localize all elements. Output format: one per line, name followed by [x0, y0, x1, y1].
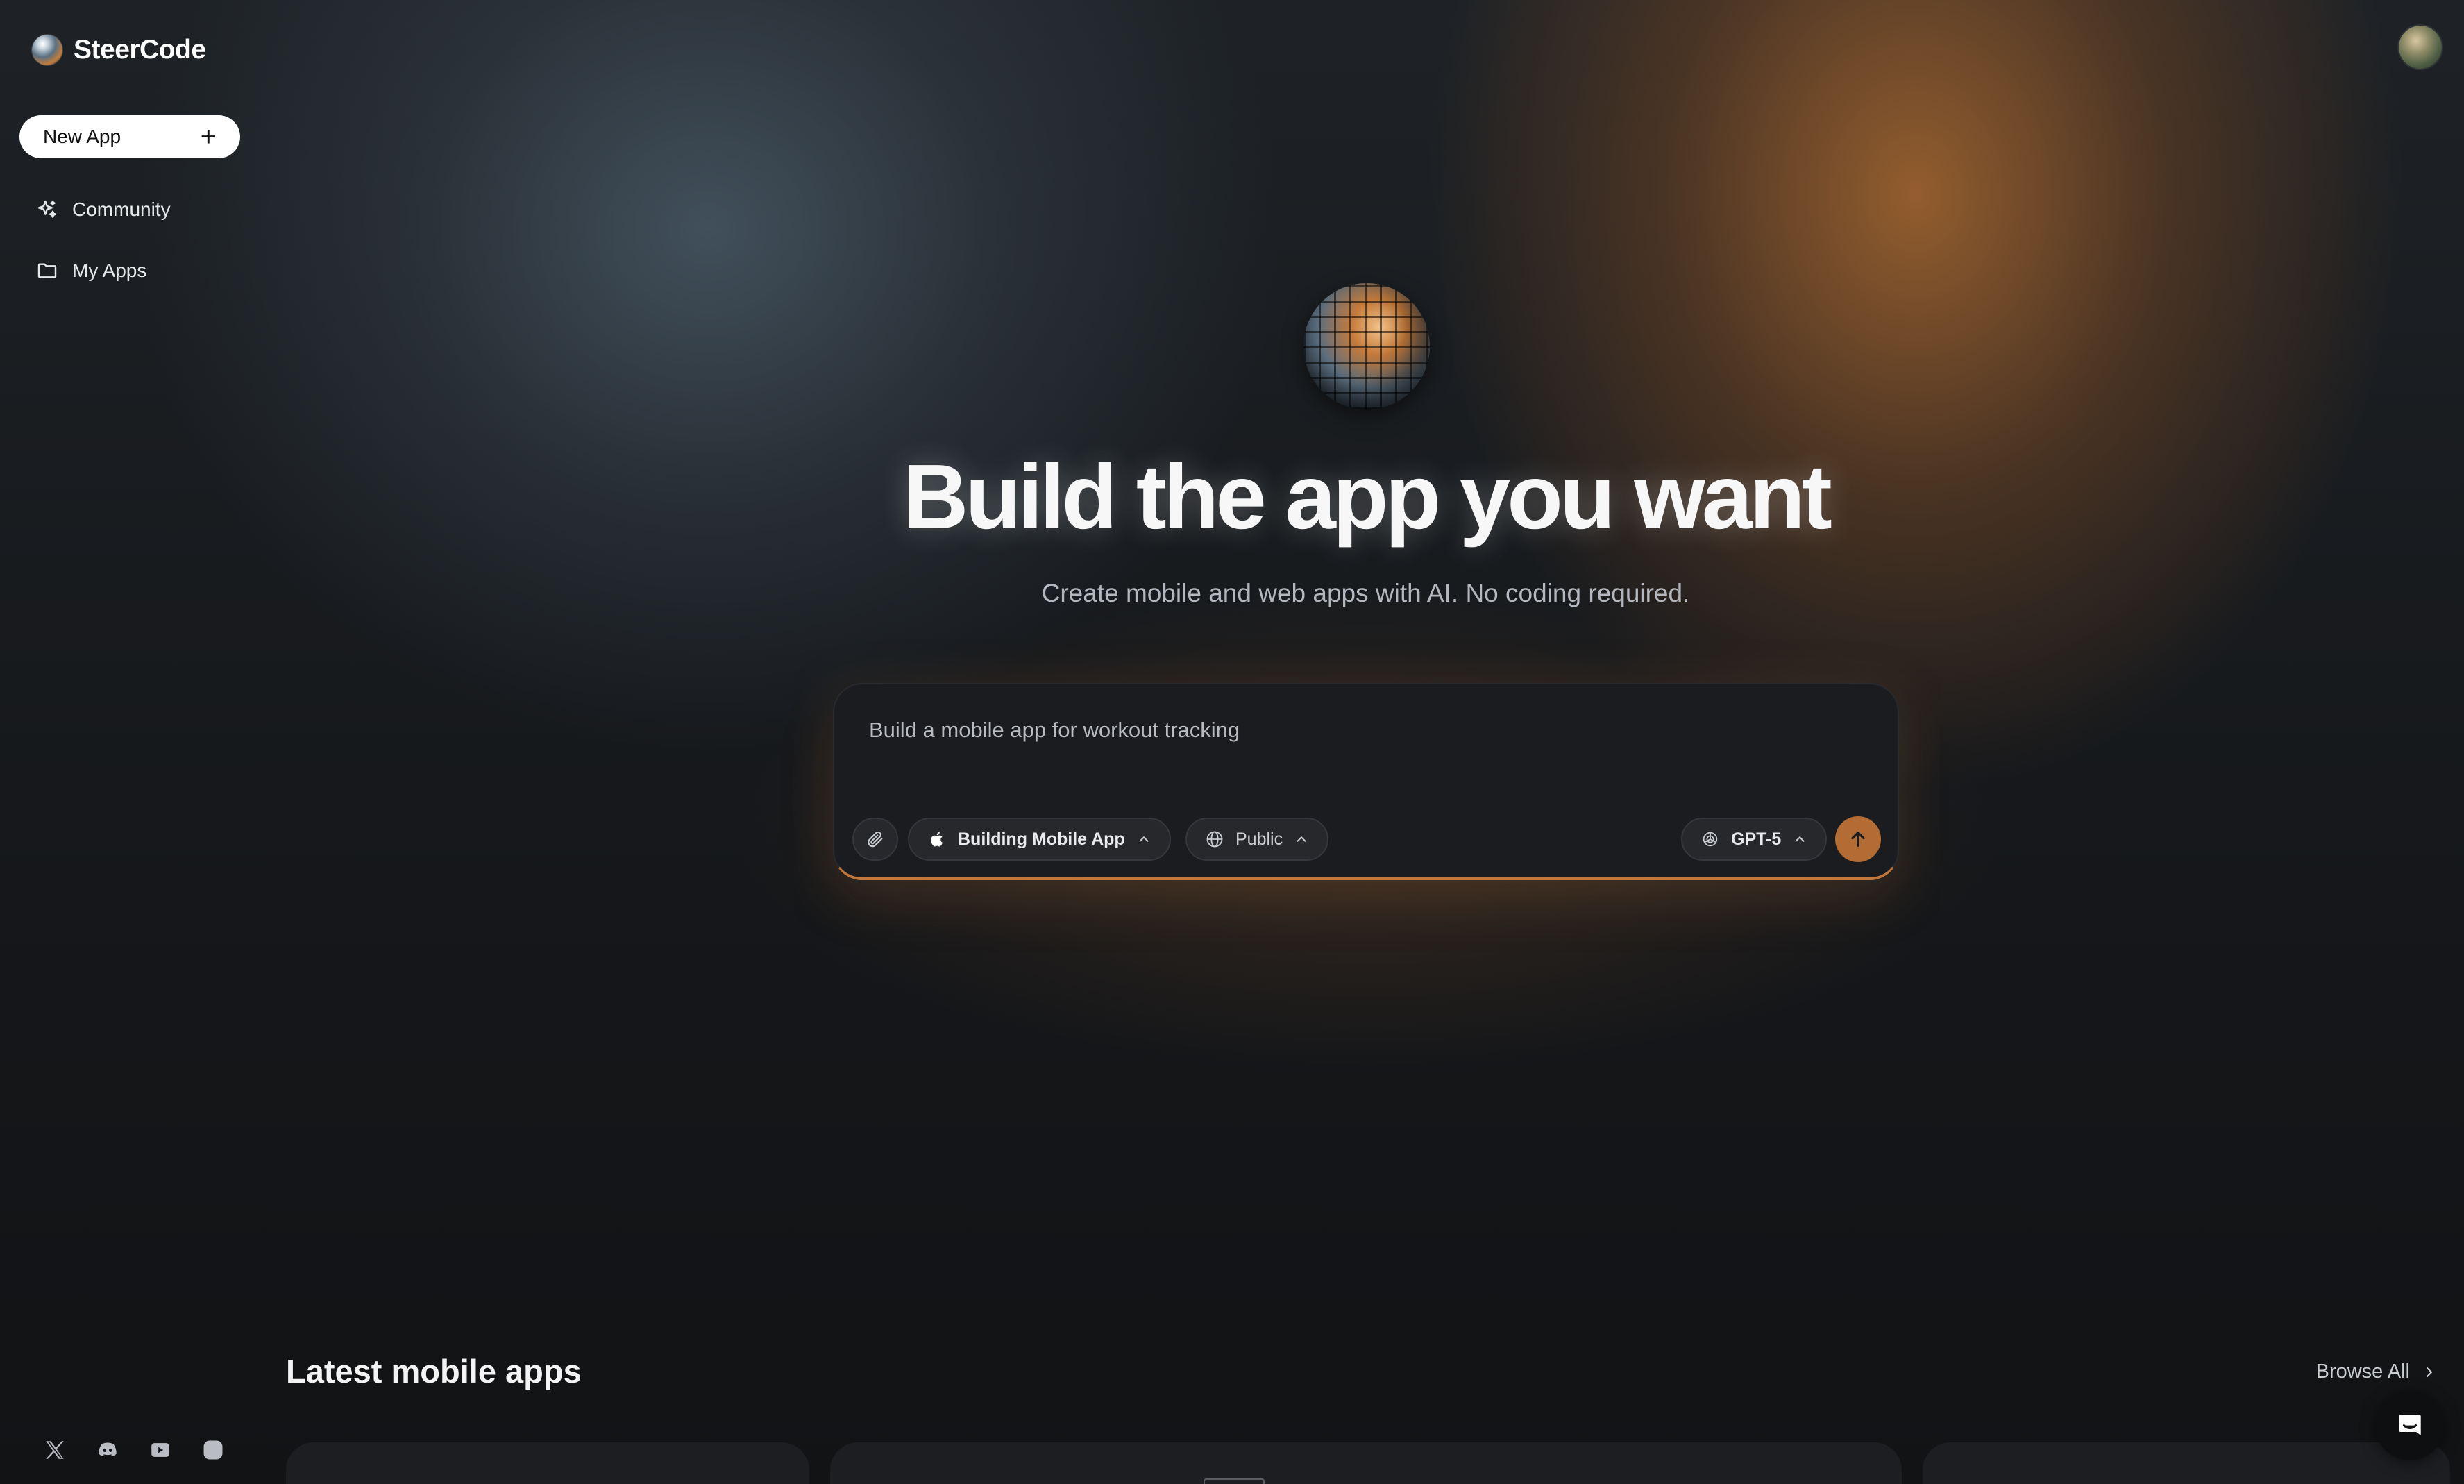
new-app-label: New App	[43, 126, 121, 147]
model-label: GPT-5	[1731, 829, 1782, 849]
sidebar-item-my-apps[interactable]: My Apps	[36, 253, 146, 288]
hero-title: Build the app you want	[902, 446, 1832, 548]
youtube-icon[interactable]	[149, 1438, 172, 1462]
prompt-box: Building Mobile App Public GPT-5	[833, 683, 1899, 880]
discord-icon[interactable]	[96, 1438, 119, 1462]
sidebar-item-community[interactable]: Community	[36, 192, 171, 227]
paperclip-icon	[868, 831, 883, 848]
platform-mode-label: Building Mobile App	[958, 829, 1125, 849]
user-avatar[interactable]	[2399, 26, 2442, 69]
card-preview-frame	[1204, 1478, 1265, 1484]
openai-icon	[1703, 832, 1718, 847]
apple-icon	[931, 832, 943, 847]
visibility-label: Public	[1235, 829, 1283, 849]
prompt-input[interactable]	[869, 718, 1841, 743]
brand[interactable]: SteerCode	[32, 33, 206, 67]
chevron-up-icon	[1139, 836, 1149, 842]
brand-logo-icon	[32, 35, 62, 65]
app-card[interactable]	[830, 1442, 1902, 1484]
chat-icon	[2397, 1413, 2423, 1440]
disco-ball-logo-icon	[1303, 283, 1430, 410]
hero-subtitle: Create mobile and web apps with AI. No c…	[1041, 579, 1690, 607]
x-icon[interactable]	[43, 1438, 67, 1462]
attach-button[interactable]	[852, 818, 898, 861]
browse-all-link[interactable]: Browse All	[2316, 1360, 2438, 1383]
plus-icon: +	[200, 121, 217, 152]
new-app-button[interactable]: New App +	[19, 115, 240, 158]
brand-name: SteerCode	[74, 35, 206, 65]
chevron-up-icon	[1795, 836, 1805, 842]
browse-all-label: Browse All	[2315, 1360, 2410, 1383]
app-card[interactable]	[286, 1442, 809, 1484]
chevron-up-icon	[1297, 836, 1306, 842]
sparkle-icon	[37, 200, 57, 218]
sidebar-item-label: My Apps	[72, 260, 147, 281]
sidebar-item-label: Community	[72, 199, 171, 220]
folder-icon	[37, 263, 57, 278]
app-card[interactable]	[1923, 1442, 2450, 1484]
globe-icon	[1206, 831, 1223, 848]
model-dropdown[interactable]: GPT-5	[1681, 818, 1828, 861]
visibility-dropdown[interactable]: Public	[1185, 818, 1329, 861]
send-button[interactable]	[1835, 816, 1881, 862]
chevron-right-icon	[2426, 1367, 2433, 1377]
instagram-icon[interactable]	[201, 1438, 225, 1462]
arrow-up-icon	[1851, 832, 1865, 847]
social-links	[43, 1438, 225, 1462]
latest-apps-title: Latest mobile apps	[286, 1353, 582, 1390]
support-chat-button[interactable]	[2375, 1391, 2445, 1460]
page: SteerCode New App + Community My Apps Bu…	[0, 0, 2464, 1484]
platform-mode-dropdown[interactable]: Building Mobile App	[908, 818, 1171, 861]
